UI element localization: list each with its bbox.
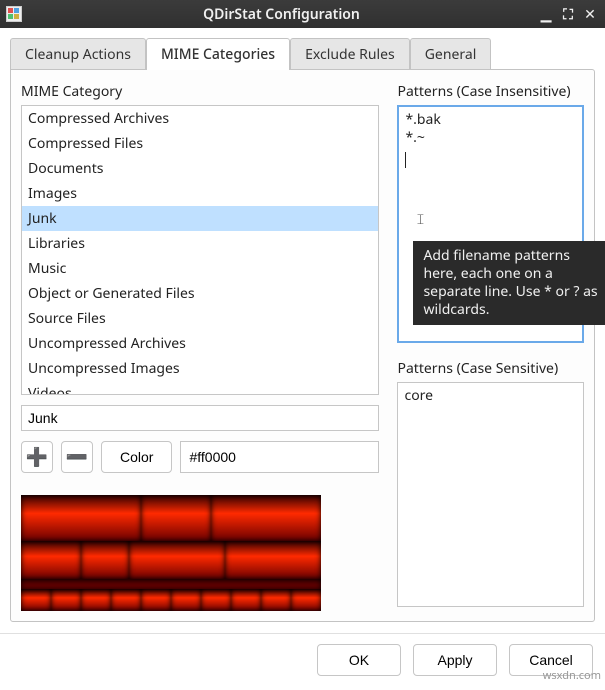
close-icon[interactable]: ✕ — [581, 5, 599, 23]
app-icon — [6, 6, 22, 22]
minimize-icon[interactable]: ▁ — [537, 5, 555, 23]
color-preview — [21, 495, 321, 611]
dialog-button-bar: OK Apply Cancel — [0, 633, 605, 690]
watermark: wsxdn.com — [543, 668, 601, 683]
window-title: QDirStat Configuration — [30, 5, 533, 24]
maximize-icon[interactable]: ⛶ — [559, 5, 577, 23]
patterns-insensitive-input[interactable]: *.bak *.~ 𝙸 Add filename patterns here, … — [397, 105, 584, 343]
patterns-insensitive-text: *.bak *.~ — [399, 107, 582, 151]
patterns-sensitive-text: core — [398, 383, 583, 409]
mime-category-heading: MIME Category — [21, 82, 379, 101]
category-list[interactable]: Compressed ArchivesCompressed FilesDocum… — [21, 105, 379, 395]
tab-cleanup-actions[interactable]: Cleanup Actions — [10, 38, 146, 70]
list-item[interactable]: Uncompressed Archives — [22, 331, 378, 356]
color-value-input[interactable] — [180, 441, 379, 473]
list-item[interactable]: Junk — [22, 206, 378, 231]
category-name-input[interactable] — [21, 405, 379, 431]
list-item[interactable]: Videos — [22, 381, 378, 395]
plus-icon: ➕ — [26, 445, 48, 469]
list-item[interactable]: Uncompressed Images — [22, 356, 378, 381]
tab-general[interactable]: General — [410, 38, 492, 70]
remove-category-button[interactable]: ➖ — [61, 441, 93, 473]
add-category-button[interactable]: ➕ — [21, 441, 53, 473]
apply-button[interactable]: Apply — [413, 644, 497, 676]
text-caret — [405, 152, 406, 168]
patterns-insensitive-heading: Patterns (Case Insensitive) — [397, 82, 584, 101]
list-item[interactable]: Images — [22, 181, 378, 206]
tab-mime-categories[interactable]: MIME Categories — [146, 38, 290, 70]
list-item[interactable]: Documents — [22, 156, 378, 181]
title-bar: QDirStat Configuration ▁ ⛶ ✕ — [0, 0, 605, 28]
tab-bar: Cleanup Actions MIME Categories Exclude … — [10, 38, 595, 70]
list-item[interactable]: Music — [22, 256, 378, 281]
patterns-tooltip: Add filename patterns here, each one on … — [413, 241, 605, 325]
list-item[interactable]: Libraries — [22, 231, 378, 256]
ok-button[interactable]: OK — [317, 644, 401, 676]
patterns-sensitive-heading: Patterns (Case Sensitive) — [397, 359, 584, 378]
list-item[interactable]: Compressed Archives — [22, 106, 378, 131]
minus-icon: ➖ — [66, 445, 88, 469]
list-item[interactable]: Object or Generated Files — [22, 281, 378, 306]
list-item[interactable]: Source Files — [22, 306, 378, 331]
tab-exclude-rules[interactable]: Exclude Rules — [290, 38, 410, 70]
tab-panel: MIME Category Compressed ArchivesCompres… — [10, 69, 595, 622]
patterns-sensitive-input[interactable]: core — [397, 382, 584, 607]
list-item[interactable]: Compressed Files — [22, 131, 378, 156]
color-button[interactable]: Color — [101, 441, 172, 473]
text-cursor-icon: 𝙸 — [415, 213, 425, 229]
